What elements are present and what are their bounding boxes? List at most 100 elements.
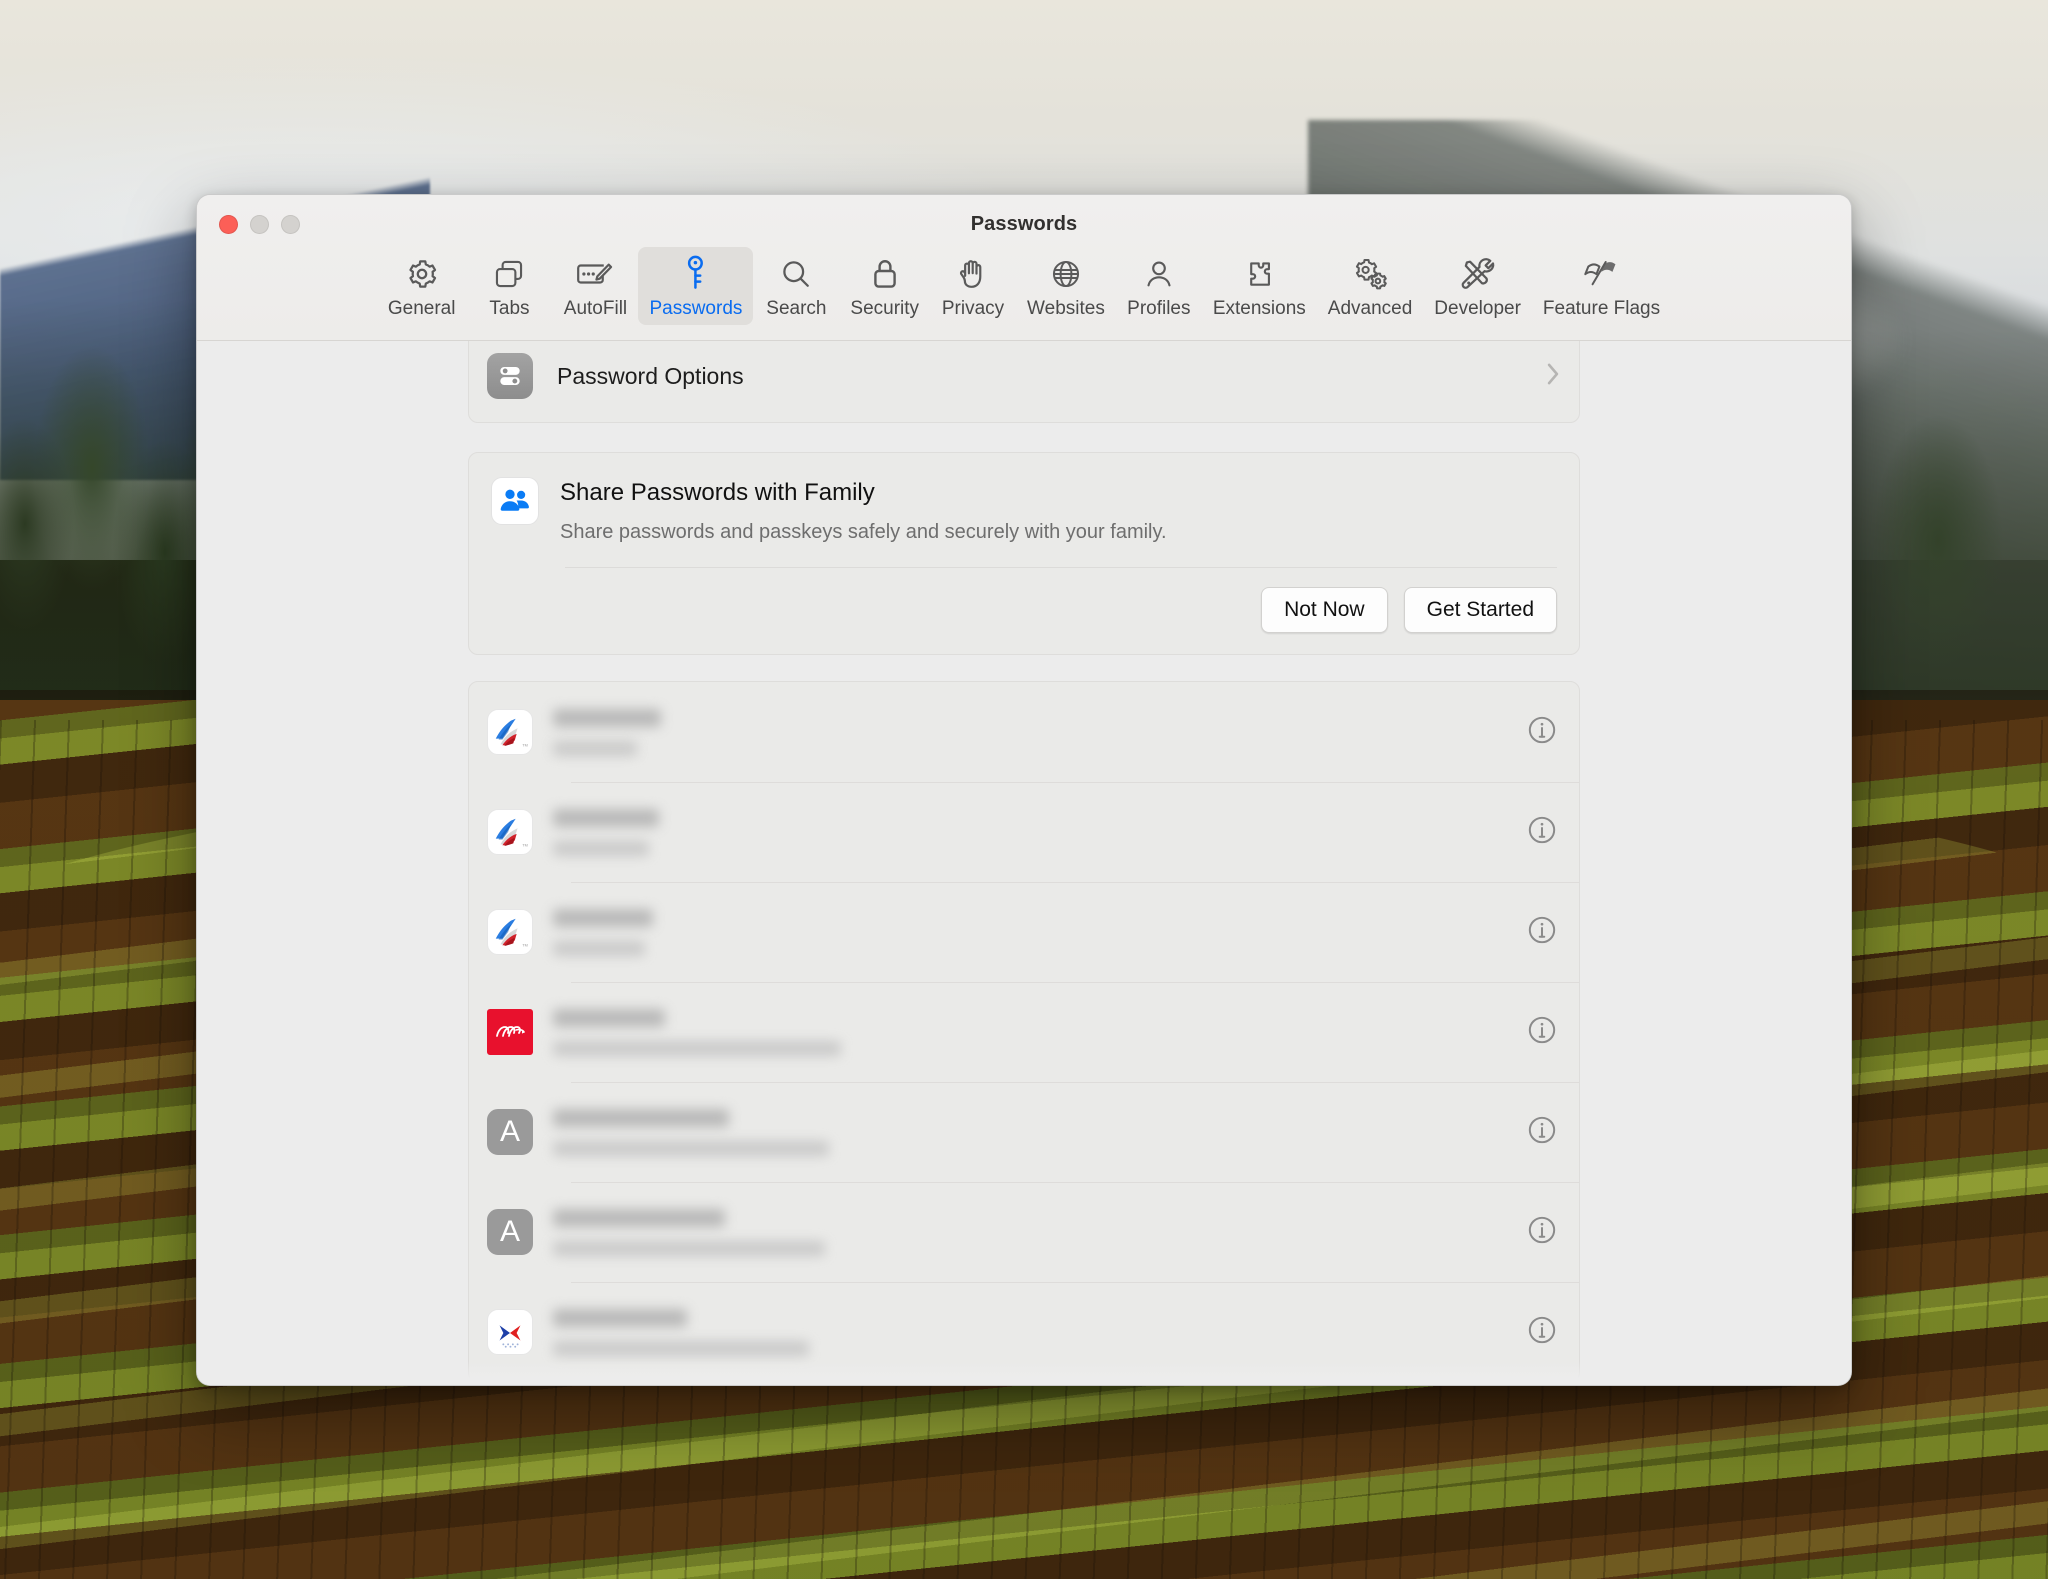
gears-icon [1351, 255, 1389, 293]
chevron-right-icon [1545, 361, 1561, 392]
tab-feature-flags-label: Feature Flags [1542, 298, 1661, 319]
tab-extensions[interactable]: Extensions [1202, 247, 1317, 325]
tab-passwords[interactable]: Passwords [638, 247, 754, 325]
tab-autofill[interactable]: AutoFill [552, 247, 638, 325]
tab-profiles[interactable]: Profiles [1116, 247, 1202, 325]
password-entry-username [553, 1240, 825, 1256]
tab-search[interactable]: Search [753, 247, 839, 325]
password-entry-site [553, 908, 653, 927]
magnifier-icon [779, 255, 813, 293]
flags-icon [1582, 255, 1622, 293]
password-options-row[interactable]: Password Options [468, 341, 1580, 423]
tab-websites[interactable]: Websites [1016, 247, 1116, 325]
tab-advanced[interactable]: Advanced [1317, 247, 1424, 325]
share-card-header: Share Passwords with Family Share passwo… [491, 477, 1557, 545]
american-airlines-icon: TM [487, 909, 533, 956]
share-card-text: Share Passwords with Family Share passwo… [560, 477, 1167, 545]
password-entry-text [553, 1008, 1525, 1056]
password-entry-text [553, 1108, 1525, 1156]
tools-icon [1460, 255, 1496, 293]
tab-tabs[interactable]: Tabs [466, 247, 552, 325]
info-circle-icon[interactable] [1525, 713, 1559, 752]
info-circle-icon[interactable] [1525, 813, 1559, 852]
passwords-pane: Password Options Share Passwords with Fa… [197, 341, 1851, 1385]
share-passwords-card: Share Passwords with Family Share passwo… [468, 452, 1580, 656]
tab-websites-label: Websites [1027, 298, 1105, 319]
settings-toolbar: General Tabs AutoFill Passwords Search S… [197, 247, 1851, 325]
tab-tabs-label: Tabs [489, 298, 530, 319]
password-entry-username [553, 1140, 829, 1156]
globe-icon [1049, 255, 1083, 293]
tab-developer[interactable]: Developer [1423, 247, 1532, 325]
svg-text:TM: TM [522, 844, 527, 848]
password-entry-site [553, 1108, 729, 1127]
password-list: TM TM TM A A [468, 681, 1580, 1384]
share-card-title: Share Passwords with Family [560, 479, 875, 506]
info-circle-icon[interactable] [1525, 1313, 1559, 1352]
password-list-row[interactable]: TM [469, 682, 1579, 782]
puzzle-piece-icon [1242, 255, 1276, 293]
password-entry-site [553, 1208, 725, 1227]
password-entry-text [553, 908, 1525, 956]
sliders-icon [487, 353, 533, 399]
svg-text:TM: TM [522, 944, 527, 948]
password-entry-username [553, 940, 645, 956]
tab-advanced-label: Advanced [1327, 298, 1413, 319]
info-circle-icon[interactable] [1525, 1013, 1559, 1052]
get-started-button[interactable]: Get Started [1403, 587, 1557, 634]
tab-security[interactable]: Security [839, 247, 930, 325]
window-title: Passwords [970, 213, 1078, 235]
share-card-actions: Not Now Get Started [491, 568, 1557, 654]
password-list-row[interactable]: TM [469, 882, 1579, 982]
password-entry-site [553, 1308, 687, 1327]
tab-privacy-label: Privacy [941, 298, 1005, 319]
x-chevron-icon [487, 1309, 533, 1356]
password-entry-username [553, 840, 649, 856]
tab-security-label: Security [850, 298, 920, 319]
tab-profiles-label: Profiles [1127, 298, 1191, 319]
password-entry-username [553, 1040, 841, 1056]
american-airlines-icon: TM [487, 709, 533, 756]
safari-settings-window: Passwords General Tabs AutoFill Password… [196, 194, 1852, 1386]
password-list-row[interactable] [469, 1282, 1579, 1382]
password-entry-text [553, 808, 1525, 856]
american-airlines-icon: TM [487, 809, 533, 856]
password-list-row[interactable]: TM [469, 782, 1579, 882]
tab-developer-label: Developer [1434, 298, 1521, 319]
password-entry-site [553, 808, 659, 827]
tab-autofill-label: AutoFill [563, 298, 628, 319]
share-card-subtitle: Share passwords and passkeys safely and … [560, 521, 1167, 543]
tab-general-label: General [387, 298, 456, 319]
aaa-icon [487, 1009, 533, 1056]
tabs-icon [492, 255, 526, 293]
tab-feature-flags[interactable]: Feature Flags [1532, 247, 1671, 325]
letter-a-icon: A [487, 1209, 533, 1256]
autofill-icon [576, 255, 614, 293]
password-list-row[interactable]: A [469, 1182, 1579, 1282]
gear-icon [404, 255, 440, 293]
key-icon [680, 255, 712, 293]
hand-icon [957, 255, 989, 293]
tab-general[interactable]: General [377, 247, 467, 325]
password-options-label: Password Options [557, 362, 744, 389]
svg-text:TM: TM [522, 744, 527, 748]
password-list-row[interactable]: A [469, 1082, 1579, 1182]
tab-extensions-label: Extensions [1212, 298, 1306, 319]
not-now-button[interactable]: Not Now [1261, 587, 1388, 634]
info-circle-icon[interactable] [1525, 913, 1559, 952]
info-circle-icon[interactable] [1525, 1213, 1559, 1252]
password-entry-text [553, 1308, 1525, 1356]
window-titlebar: Passwords General Tabs AutoFill Password… [197, 195, 1851, 341]
tab-privacy[interactable]: Privacy [930, 247, 1016, 325]
password-entry-site [553, 1008, 665, 1027]
person-icon [1142, 255, 1176, 293]
password-entry-text [553, 708, 1525, 756]
tab-search-label: Search [766, 298, 827, 319]
info-circle-icon[interactable] [1525, 1113, 1559, 1152]
password-list-row[interactable] [469, 982, 1579, 1082]
password-entry-text [553, 1208, 1525, 1256]
lock-icon [870, 255, 900, 293]
two-people-icon [491, 477, 539, 525]
tab-passwords-label: Passwords [649, 298, 743, 319]
password-entry-site [553, 708, 661, 727]
